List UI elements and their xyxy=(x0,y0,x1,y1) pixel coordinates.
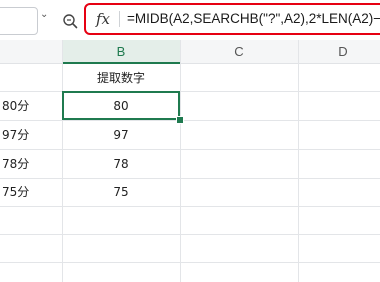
column-header-a[interactable] xyxy=(0,40,62,64)
grid-vline xyxy=(298,40,299,282)
cell-selection[interactable] xyxy=(62,91,180,120)
column-header-c[interactable]: C xyxy=(180,40,298,64)
formula-input-frame[interactable]: fx =MIDB(A2,SEARCHB("?",A2),2*LEN(A2)−LE… xyxy=(84,3,380,35)
cell-a5[interactable]: 75分 xyxy=(2,178,60,206)
column-header-d[interactable]: D xyxy=(298,40,380,64)
search-icon[interactable] xyxy=(62,13,78,29)
formula-input[interactable]: =MIDB(A2,SEARCHB("?",A2),2*LEN(A2)−LEN xyxy=(127,11,380,26)
spreadsheet-window: ⌄ fx =MIDB(A2,SEARCHB("?",A2),2*LEN(A2)−… xyxy=(0,0,380,282)
grid-hline xyxy=(0,206,380,207)
cell-b1[interactable]: 提取数字 xyxy=(62,64,180,92)
name-box[interactable] xyxy=(0,7,38,35)
formula-separator xyxy=(119,11,120,27)
fx-icon[interactable]: fx xyxy=(96,10,110,28)
chevron-down-icon[interactable]: ⌄ xyxy=(40,9,48,20)
cell-b3[interactable]: 97 xyxy=(62,121,180,149)
formula-bar-row: ⌄ fx =MIDB(A2,SEARCHB("?",A2),2*LEN(A2)−… xyxy=(0,0,380,40)
cell-b4[interactable]: 78 xyxy=(62,150,180,178)
fill-handle[interactable] xyxy=(176,116,184,124)
cell-a3[interactable]: 97分 xyxy=(2,121,60,149)
cell-b5[interactable]: 75 xyxy=(62,178,180,206)
cell-a2[interactable]: 80分 xyxy=(2,92,60,120)
grid-hline xyxy=(0,262,380,263)
grid-vline xyxy=(180,40,181,282)
column-header-b[interactable]: B xyxy=(62,40,180,64)
cell-a4[interactable]: 78分 xyxy=(2,150,60,178)
grid-hline xyxy=(0,234,380,235)
